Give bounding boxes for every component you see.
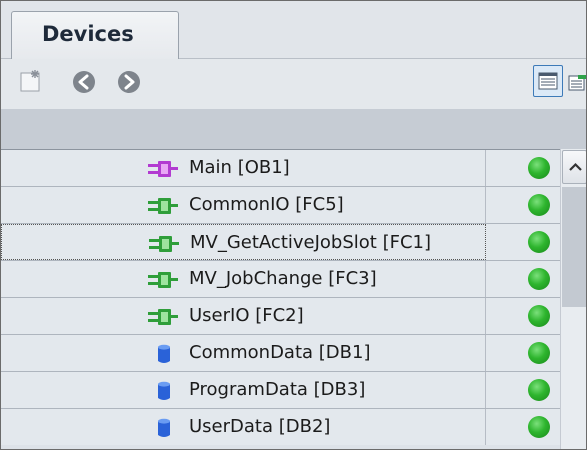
ob-block-icon: [148, 159, 180, 179]
scroll-thumb[interactable]: [562, 187, 586, 307]
block-name: CommonData [DB1]: [189, 342, 371, 363]
block-list: Main [OB1] CommonIO [FC5] MV_GetActiveJo…: [1, 149, 586, 445]
list-item[interactable]: UserData [DB2]: [1, 408, 586, 445]
status-ok-icon: [528, 157, 550, 179]
detail-view-icon[interactable]: [533, 65, 563, 97]
fc-block-icon: [148, 307, 180, 327]
status-ok-icon: [528, 268, 550, 290]
block-name: MV_JobChange [FC3]: [189, 268, 377, 289]
status-ok-icon: [528, 305, 550, 327]
toolbar: [1, 59, 586, 109]
scroll-up-button[interactable]: [562, 150, 586, 184]
fc-block-icon: [148, 270, 180, 290]
list-header: [1, 109, 586, 149]
fc-block-icon: [149, 234, 181, 254]
add-new-icon[interactable]: [15, 67, 45, 97]
list-item[interactable]: CommonIO [FC5]: [1, 186, 586, 223]
block-name: UserData [DB2]: [189, 416, 331, 437]
db-block-icon: [148, 381, 180, 401]
block-name: UserIO [FC2]: [189, 305, 304, 326]
block-name: MV_GetActiveJobSlot [FC1]: [190, 232, 431, 253]
list-item[interactable]: UserIO [FC2]: [1, 297, 586, 334]
status-ok-icon: [528, 416, 550, 438]
list-item[interactable]: MV_JobChange [FC3]: [1, 260, 586, 297]
list-item[interactable]: CommonData [DB1]: [1, 334, 586, 371]
status-ok-icon: [528, 194, 550, 216]
fc-block-icon: [148, 196, 180, 216]
status-ok-icon: [528, 342, 550, 364]
devices-panel: Devices Main [OB1] CommonIO [FC5] MV_Get…: [0, 0, 587, 450]
db-block-icon: [148, 344, 180, 364]
list-item[interactable]: MV_GetActiveJobSlot [FC1]: [1, 223, 586, 260]
chevron-up-icon: [569, 162, 582, 171]
export-icon[interactable]: [567, 67, 586, 97]
status-ok-icon: [528, 231, 550, 253]
status-ok-icon: [528, 379, 550, 401]
block-name: Main [OB1]: [189, 157, 290, 178]
list-item[interactable]: Main [OB1]: [1, 149, 586, 186]
tab-label: Devices: [42, 22, 134, 46]
back-arrow-icon[interactable]: [69, 67, 99, 97]
db-block-icon: [148, 418, 180, 438]
list-item[interactable]: ProgramData [DB3]: [1, 371, 586, 408]
tab-strip: Devices: [1, 1, 586, 60]
tab-devices[interactable]: Devices: [11, 11, 179, 60]
block-name: ProgramData [DB3]: [189, 379, 366, 400]
forward-arrow-icon[interactable]: [114, 67, 144, 97]
block-name: CommonIO [FC5]: [189, 194, 344, 215]
vertical-scrollbar[interactable]: [560, 149, 586, 449]
